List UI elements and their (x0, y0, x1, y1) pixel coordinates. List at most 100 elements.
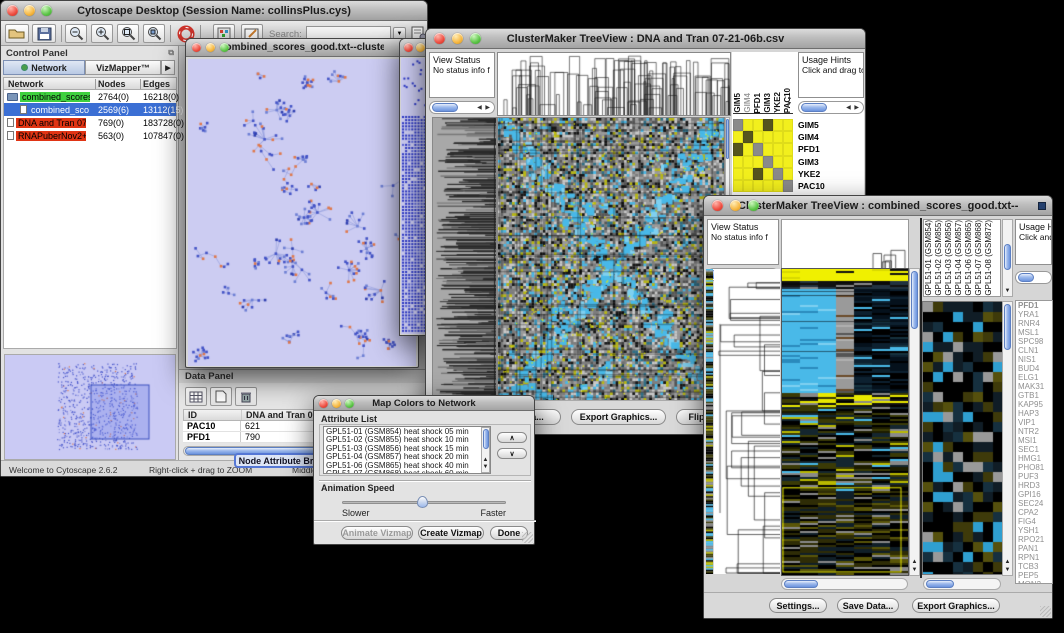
treeview2-title-bar[interactable]: ClusterMaker TreeView : combined_scores_… (704, 196, 1052, 216)
list-item[interactable]: PFD1 (798, 143, 825, 155)
list-item[interactable]: MON2 (1018, 580, 1052, 584)
network-row[interactable]: combined_scores2764(0)16218(0) (4, 90, 176, 103)
select-attributes-button[interactable] (185, 387, 207, 406)
minimize-button[interactable] (332, 399, 341, 408)
matrix-cell[interactable] (783, 168, 793, 180)
list-item[interactable]: HAP3 (1018, 409, 1052, 418)
matrix-cell[interactable] (743, 156, 753, 168)
save-data-button[interactable]: Save Data... (837, 598, 899, 613)
matrix-cell[interactable] (773, 156, 783, 168)
matrix-cell[interactable] (763, 131, 773, 143)
list-item[interactable]: HMG1 (1018, 454, 1052, 463)
attribute-list[interactable]: GPL51-01 (GSM854) heat shock 05 minGPL51… (323, 426, 491, 474)
list-item[interactable]: SEC24 (1018, 499, 1052, 508)
matrix-cell[interactable] (783, 119, 793, 131)
speed-slider-thumb[interactable] (417, 496, 428, 508)
scroll-down-arrow[interactable]: ▼ (1003, 567, 1012, 574)
minimize-button[interactable] (452, 33, 463, 44)
list-item[interactable]: PAN1 (1018, 544, 1052, 553)
main-title-bar[interactable]: Cytoscape Desktop (Session Name: collins… (1, 1, 427, 21)
list-item[interactable]: GPL51-04 (GSM857) heat shock 20 min (326, 453, 490, 461)
scroll-down-arrow[interactable]: ▼ (1003, 288, 1012, 295)
scroll-up-arrow[interactable]: ▲ (482, 457, 489, 464)
close-button[interactable] (712, 200, 723, 211)
zoom-labels-scroll-arrows[interactable]: ▴▾ (788, 95, 791, 107)
list-item[interactable]: GPI16 (1018, 490, 1052, 499)
network-canvas[interactable] (188, 59, 416, 366)
list-item[interactable]: MAK31 (1018, 382, 1052, 391)
tab-overflow-button[interactable]: ▶ (161, 60, 175, 75)
list-item[interactable]: GPL51-03 (GSM856) heat shock 15 min (326, 445, 490, 453)
background-window-title-bar[interactable] (400, 39, 427, 57)
scroll-up-arrow[interactable]: ▲ (910, 559, 919, 566)
usage-hints-scrollbar[interactable] (1015, 271, 1052, 284)
list-item[interactable]: GPL51-01 (GSM854) (924, 220, 934, 296)
close-button[interactable] (404, 43, 413, 52)
network-table-header[interactable]: Network Nodes Edges (4, 78, 176, 90)
list-item[interactable]: PFD1 (753, 93, 763, 113)
zoom-fit-icon[interactable] (143, 24, 165, 43)
zoom-row-labels[interactable]: GIM5GIM4PFD1GIM3YKE2PAC10 (798, 119, 825, 192)
export-graphics-button[interactable]: Export Graphics... (571, 409, 666, 425)
matrix-cell[interactable] (753, 143, 763, 155)
close-button[interactable] (192, 43, 201, 52)
background-network-canvas[interactable] (401, 58, 427, 334)
zoom-button[interactable] (470, 33, 481, 44)
create-attribute-button[interactable] (210, 387, 232, 406)
matrix-cell[interactable] (733, 180, 743, 192)
list-item[interactable]: GPL51-06 (GSM865) (964, 220, 974, 296)
zoom-button[interactable] (220, 43, 229, 52)
matrix-cell[interactable] (783, 131, 793, 143)
list-item[interactable]: GTB1 (1018, 391, 1052, 400)
list-item[interactable]: FIG4 (1018, 517, 1052, 526)
heatmap-vscrollbar[interactable]: ▲ ▼ (909, 268, 920, 576)
matrix-cell[interactable] (783, 143, 793, 155)
heatmap-zoom-view[interactable] (922, 301, 1004, 575)
matrix-cell[interactable] (783, 156, 793, 168)
move-down-button[interactable]: ∨ (497, 448, 527, 459)
matrix-cell[interactable] (763, 143, 773, 155)
window-menu-icon[interactable] (1038, 202, 1046, 210)
matrix-cell[interactable] (753, 119, 763, 131)
dialog-title-bar[interactable]: Map Colors to Network (314, 396, 534, 411)
matrix-cell[interactable] (763, 180, 773, 192)
list-item[interactable]: PEP5 (1018, 571, 1052, 580)
gene-label-list[interactable]: PFD1YRA1RNR4MSL1SPC98CLN1NIS1BUD4ELG1MAK… (1015, 300, 1053, 584)
minimize-button[interactable] (24, 5, 35, 16)
list-item[interactable]: GIM5 (733, 93, 743, 113)
matrix-cell[interactable] (733, 119, 743, 131)
global-overview-strip[interactable] (706, 269, 713, 574)
list-item[interactable]: MSL1 (1018, 328, 1052, 337)
list-item[interactable]: GPL51-02 (GSM855) (934, 220, 944, 296)
list-item[interactable]: YKE2 (773, 92, 783, 113)
animate-vizmap-button[interactable]: Animate Vizmap (341, 526, 413, 540)
matrix-cell[interactable] (733, 168, 743, 180)
matrix-cell[interactable] (743, 143, 753, 155)
list-item[interactable]: PAC10 (798, 180, 825, 192)
list-item[interactable]: YKE2 (798, 168, 825, 180)
list-item[interactable]: GIM5 (798, 119, 825, 131)
matrix-cell[interactable] (743, 180, 753, 192)
move-up-button[interactable]: ∧ (497, 432, 527, 443)
list-item[interactable]: GPL51-02 (GSM855) heat shock 10 min (326, 436, 490, 444)
column-dendrogram[interactable] (781, 219, 909, 268)
matrix-cell[interactable] (763, 168, 773, 180)
matrix-cell[interactable] (773, 131, 783, 143)
zoom-out-icon[interactable] (65, 24, 87, 43)
settings-button[interactable]: Settings... (769, 598, 827, 613)
close-button[interactable] (434, 33, 445, 44)
matrix-cell[interactable] (783, 180, 793, 192)
matrix-cell[interactable] (773, 119, 783, 131)
list-item[interactable]: CLN1 (1018, 346, 1052, 355)
tab-vizmapper[interactable]: VizMapper™ (85, 60, 161, 75)
minimize-button[interactable] (206, 43, 215, 52)
matrix-cell[interactable] (733, 143, 743, 155)
list-item[interactable]: RNR4 (1018, 319, 1052, 328)
list-item[interactable]: PHO81 (1018, 463, 1052, 472)
scroll-up-arrow[interactable]: ▲ (1003, 559, 1012, 566)
network-window-title-bar[interactable]: combined_scores_good.txt--cluste... (186, 39, 418, 57)
network-row[interactable]: RNAPuberNov2+563(0)107847(0) (4, 129, 176, 142)
list-item[interactable]: PFD1 (1018, 301, 1052, 310)
create-vizmap-button[interactable]: Create Vizmap (418, 526, 484, 540)
gene-list-vscrollbar[interactable]: ▲ ▼ (1002, 301, 1013, 576)
